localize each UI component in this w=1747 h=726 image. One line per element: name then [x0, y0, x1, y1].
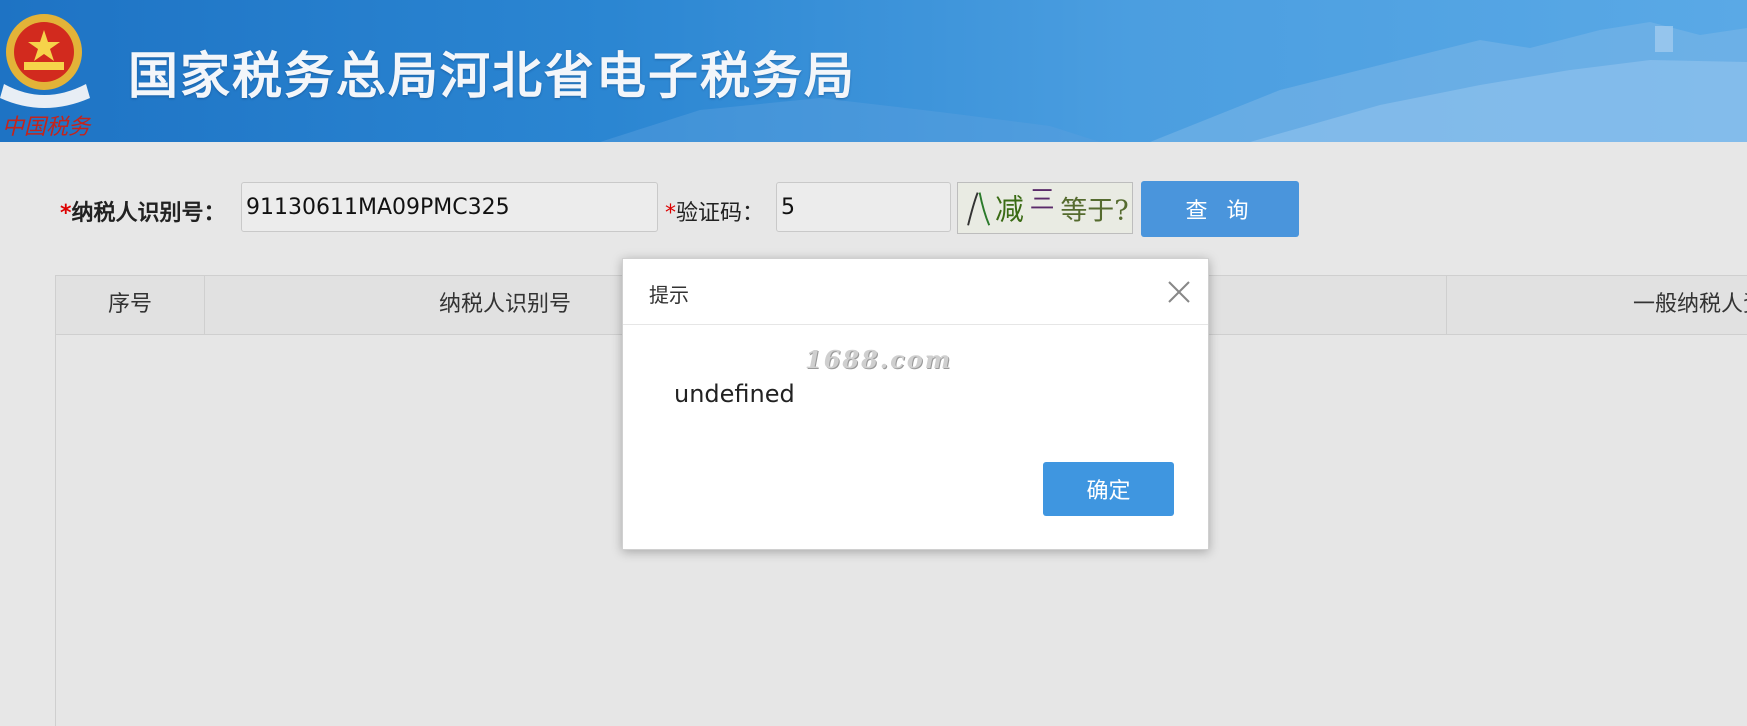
search-form: *纳税人识别号： *验证码： 减 三 等于? 查 询 — [0, 180, 1747, 240]
column-header-seq: 序号 — [56, 276, 205, 334]
required-mark: * — [665, 201, 676, 226]
query-button[interactable]: 查 询 — [1141, 181, 1299, 237]
column-header-general-taxpayer: 一般纳税人资格 — [1632, 292, 1747, 317]
tax-emblem-logo: 中国税务 — [0, 14, 92, 138]
confirm-button[interactable]: 确定 — [1043, 462, 1174, 516]
close-icon[interactable] — [1164, 277, 1194, 307]
captcha-char: 等于? — [1060, 196, 1128, 227]
captcha-char: 三 — [1030, 185, 1055, 214]
site-header-banner: 中国税务 国家税务总局河北省电子税务局 — [0, 0, 1747, 142]
emblem-caption: 中国税务 — [2, 115, 92, 138]
captcha-char: 减 — [995, 193, 1024, 227]
dialog-message: undefined — [674, 380, 795, 408]
dialog-title: 提示 — [649, 283, 689, 307]
site-title: 国家税务总局河北省电子税务局 — [128, 47, 856, 105]
taxpayer-id-input[interactable] — [241, 182, 658, 232]
captcha-label: *验证码： — [665, 201, 765, 226]
watermark-text: 1688.com — [805, 345, 953, 374]
dialog-header: 提示 — [623, 259, 1208, 325]
captcha-image[interactable]: 减 三 等于? — [957, 182, 1133, 234]
taxpayer-id-label: *纳税人识别号： — [60, 201, 226, 226]
alert-dialog: 提示 1688.com undefined 确定 — [622, 258, 1209, 550]
captcha-input[interactable] — [776, 182, 951, 232]
required-mark: * — [60, 201, 72, 226]
